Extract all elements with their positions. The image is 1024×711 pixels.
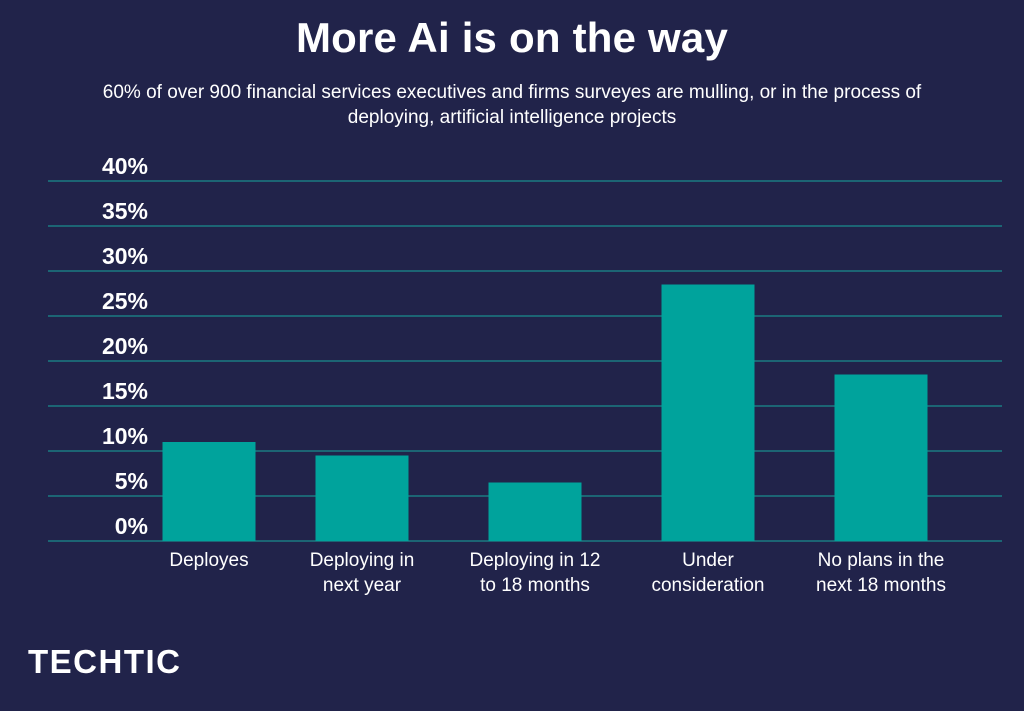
y-tick-label: 20% [102, 333, 148, 359]
chart-subtitle: 60% of over 900 financial services execu… [102, 82, 922, 128]
x-tick-label: next 18 months [816, 575, 946, 596]
x-tick-label: Under [682, 550, 734, 571]
bars [162, 284, 928, 541]
bar [162, 442, 256, 541]
x-tick-label: Deploying in 12 [470, 550, 601, 571]
y-tick-label: 30% [102, 243, 148, 269]
y-tick-label: 15% [102, 378, 148, 404]
y-tick-label: 0% [115, 513, 148, 539]
x-tick-label: to 18 months [480, 575, 590, 596]
y-tick-label: 5% [115, 468, 148, 494]
x-tick-label: Deploying in [310, 550, 415, 571]
bar [834, 374, 928, 541]
bar [488, 482, 582, 541]
chart-title: More Ai is on the way [295, 14, 729, 61]
y-tick-label: 10% [102, 423, 148, 449]
y-tick-label: 25% [102, 288, 148, 314]
bar [315, 455, 409, 541]
x-axis-labels: Deployes Deploying in next year Deploying i… [169, 550, 946, 596]
x-tick-label: next year [323, 575, 402, 596]
bar [661, 284, 755, 541]
x-tick-label: consideration [651, 575, 764, 596]
y-tick-label: 40% [102, 153, 148, 179]
x-tick-label: No plans in the [818, 550, 945, 571]
y-axis-ticks: 0% 5% 10% 15% 20% 25% 30% 35% 40% [102, 153, 148, 539]
y-tick-label: 35% [102, 198, 148, 224]
techtic-logo: TECHTIC [28, 643, 182, 680]
x-tick-label: Deployes [169, 550, 248, 571]
